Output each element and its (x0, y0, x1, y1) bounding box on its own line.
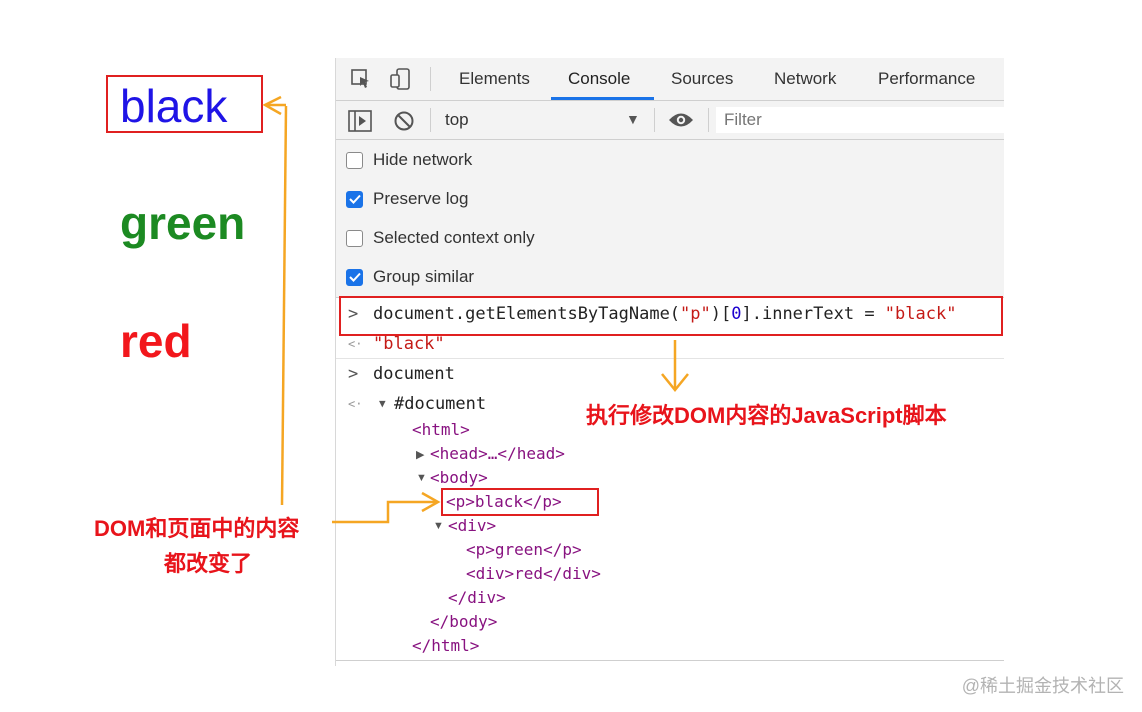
dom-node-p-green[interactable]: <p>green</p> (466, 540, 582, 559)
tabbar-separator (430, 67, 431, 91)
device-toolbar-icon[interactable] (389, 67, 413, 96)
arrow-up-line (280, 105, 288, 506)
tab-network[interactable]: Network (774, 58, 836, 99)
collapsed-triangle-icon[interactable]: ▶ (416, 448, 424, 461)
result-arrow-icon: <· (348, 397, 363, 411)
setting-hide-network[interactable]: Hide network (346, 148, 472, 172)
console-settings: Hide network Preserve log Selected conte… (336, 140, 1004, 298)
dom-node-div[interactable]: <div> (448, 516, 496, 535)
dom-node-div-close: </div> (448, 588, 506, 607)
inspect-element-icon[interactable] (350, 68, 372, 95)
page-div-red: red (120, 315, 192, 367)
toolbar-separator-2 (654, 108, 655, 132)
preserve-log-checkbox[interactable] (346, 190, 363, 208)
setting-label: Preserve log (373, 189, 469, 208)
expand-triangle-icon[interactable]: ▼ (433, 520, 444, 532)
p-black-highlight-box (441, 488, 599, 516)
document-node[interactable]: #document (394, 394, 486, 414)
console-input-line-2: > document (336, 364, 1004, 386)
result-arrow-icon: <· (348, 337, 363, 351)
expand-triangle-icon[interactable]: ▼ (416, 472, 427, 484)
clear-console-icon[interactable] (393, 110, 415, 137)
context-select-label[interactable]: top (445, 110, 469, 130)
live-expression-eye-icon[interactable] (668, 110, 694, 135)
group-similar-checkbox[interactable] (346, 268, 363, 286)
setting-label: Group similar (373, 267, 475, 286)
setting-preserve-log[interactable]: Preserve log (346, 187, 468, 211)
tab-performance[interactable]: Performance (878, 58, 975, 99)
dom-node-html[interactable]: <html> (412, 420, 470, 439)
setting-group-similar[interactable]: Group similar (346, 265, 474, 289)
command-code: document (373, 364, 455, 384)
selected-context-checkbox[interactable] (346, 229, 363, 247)
setting-selected-context-only[interactable]: Selected context only (346, 226, 535, 250)
tab-console[interactable]: Console (568, 58, 630, 99)
page-paragraph-black: black (120, 80, 228, 132)
input-prompt-icon: > (348, 364, 359, 384)
active-tab-indicator (551, 97, 654, 100)
devtools-tabbar: Elements Console Sources Network Perform… (336, 58, 1004, 101)
watermark: @稀土掘金技术社区 (961, 676, 1124, 696)
dom-node-head[interactable]: <head>…</head> (430, 444, 565, 463)
result-value: "black" (373, 334, 445, 354)
dom-node-div-red[interactable]: <div>red</div> (466, 564, 601, 583)
dom-node-body-close: </body> (430, 612, 498, 631)
console-toolbar: top ▼ (336, 101, 1004, 140)
page-paragraph-green: green (120, 197, 246, 249)
expand-triangle-icon[interactable]: ▼ (379, 397, 386, 410)
tab-sources[interactable]: Sources (671, 58, 733, 99)
dom-change-annotation-line1: DOM和页面中的内容 (94, 516, 300, 541)
setting-label: Selected context only (373, 228, 535, 247)
bottom-border (336, 660, 1004, 661)
hide-network-checkbox[interactable] (346, 151, 363, 169)
filter-input[interactable] (716, 107, 1004, 133)
script-annotation: 执行修改DOM内容的JavaScript脚本 (586, 403, 947, 428)
toolbar-separator-3 (708, 108, 709, 132)
console-result-line-1: <· "black" (336, 334, 1004, 356)
tab-elements[interactable]: Elements (459, 58, 530, 99)
dom-node-html-close: </html> (412, 636, 480, 655)
show-sidebar-icon[interactable] (348, 110, 372, 137)
dom-node-body[interactable]: <body> (430, 468, 488, 487)
arrow-head-left (262, 95, 282, 116)
console-divider (336, 358, 1004, 359)
devtools-panel: Elements Console Sources Network Perform… (335, 58, 1004, 666)
toolbar-separator (430, 108, 431, 132)
setting-label: Hide network (373, 150, 473, 169)
command-highlight-box (339, 296, 1003, 336)
context-dropdown-icon[interactable]: ▼ (626, 111, 640, 127)
dom-change-annotation-line2: 都改变了 (164, 551, 253, 576)
